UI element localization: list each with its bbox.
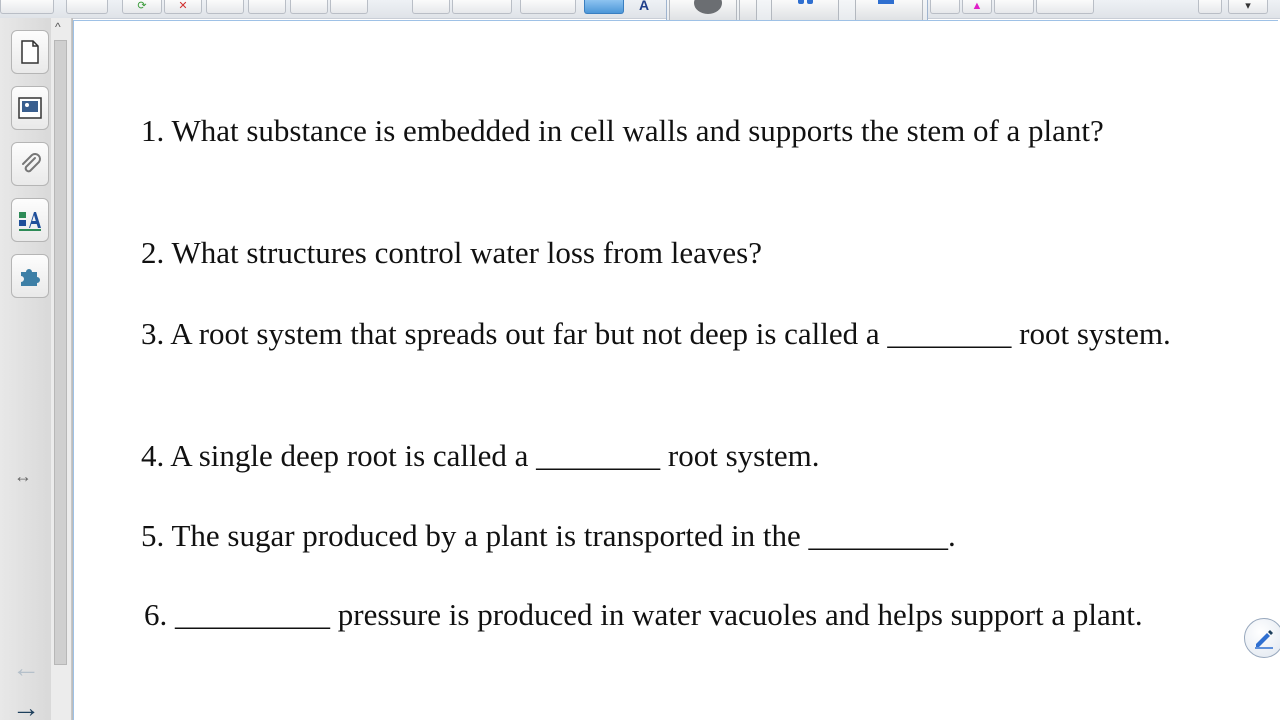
side-tab-strip: ↔ ← → — [0, 18, 52, 722]
scroll-thumb[interactable] — [54, 40, 67, 665]
properties-icon — [19, 212, 41, 231]
top-toolbar: ⟳ ✕ A ▲ ▾ — [0, 0, 1280, 19]
refresh-icon[interactable]: ⟳ — [122, 0, 162, 14]
pen-tool-button[interactable] — [584, 0, 624, 14]
properties-tab[interactable] — [11, 198, 49, 242]
question-6: 6. __________ pressure is produced in wa… — [144, 597, 1143, 632]
scroll-up-icon[interactable]: ^ — [55, 20, 61, 34]
floating-pen-button[interactable] — [1244, 618, 1280, 658]
page-icon — [21, 40, 39, 64]
toolbar-button[interactable] — [452, 0, 512, 14]
question-3: 3. A root system that spreads out far bu… — [141, 316, 1171, 351]
back-arrow-icon[interactable]: ← — [12, 654, 40, 682]
paperclip-icon — [22, 153, 41, 173]
question-2: 2. What structures control water loss fr… — [141, 235, 762, 270]
question-4: 4. A single deep root is called a ______… — [141, 438, 820, 473]
question-5: 5. The sugar produced by a plant is tran… — [141, 518, 956, 553]
toolbar-button[interactable] — [520, 0, 576, 14]
toolbar-button[interactable] — [994, 0, 1034, 14]
gallery-icon — [18, 97, 42, 119]
pen-icon — [1255, 630, 1273, 649]
gallery-tab[interactable] — [11, 86, 49, 130]
toolbar-button[interactable] — [66, 0, 108, 14]
toolbar-button[interactable] — [1198, 0, 1222, 14]
forward-arrow-icon[interactable]: → — [12, 694, 40, 722]
monitor-icon[interactable] — [412, 0, 450, 14]
delete-icon[interactable]: ✕ — [164, 0, 202, 14]
text-tool-button[interactable]: A — [626, 0, 662, 14]
toolbar-menu-chevron-icon[interactable]: ▾ — [1228, 0, 1268, 14]
text-tool-icon: A — [638, 0, 650, 13]
puzzle-icon — [21, 269, 40, 286]
display-icon[interactable] — [248, 0, 286, 14]
toolbar-button[interactable] — [0, 0, 54, 14]
spell-icon[interactable] — [290, 0, 328, 14]
highlighter-icon[interactable]: ▲ — [962, 0, 992, 14]
page-sorter-tab[interactable] — [11, 30, 49, 74]
line-style-dropdown[interactable] — [1036, 0, 1094, 14]
question-1: 1. What substance is embedded in cell wa… — [141, 113, 1104, 148]
toolbar-button[interactable] — [930, 0, 960, 14]
screen-shade-icon[interactable] — [206, 0, 244, 14]
add-ons-tab[interactable] — [11, 254, 49, 298]
whiteboard-page[interactable]: 1. What substance is embedded in cell wa… — [73, 20, 1278, 720]
attachments-tab[interactable] — [11, 142, 49, 186]
vertical-scrollbar[interactable]: ^ — [51, 18, 72, 720]
resize-arrow-icon[interactable]: ↔ — [14, 466, 32, 487]
link-icon[interactable] — [330, 0, 368, 14]
